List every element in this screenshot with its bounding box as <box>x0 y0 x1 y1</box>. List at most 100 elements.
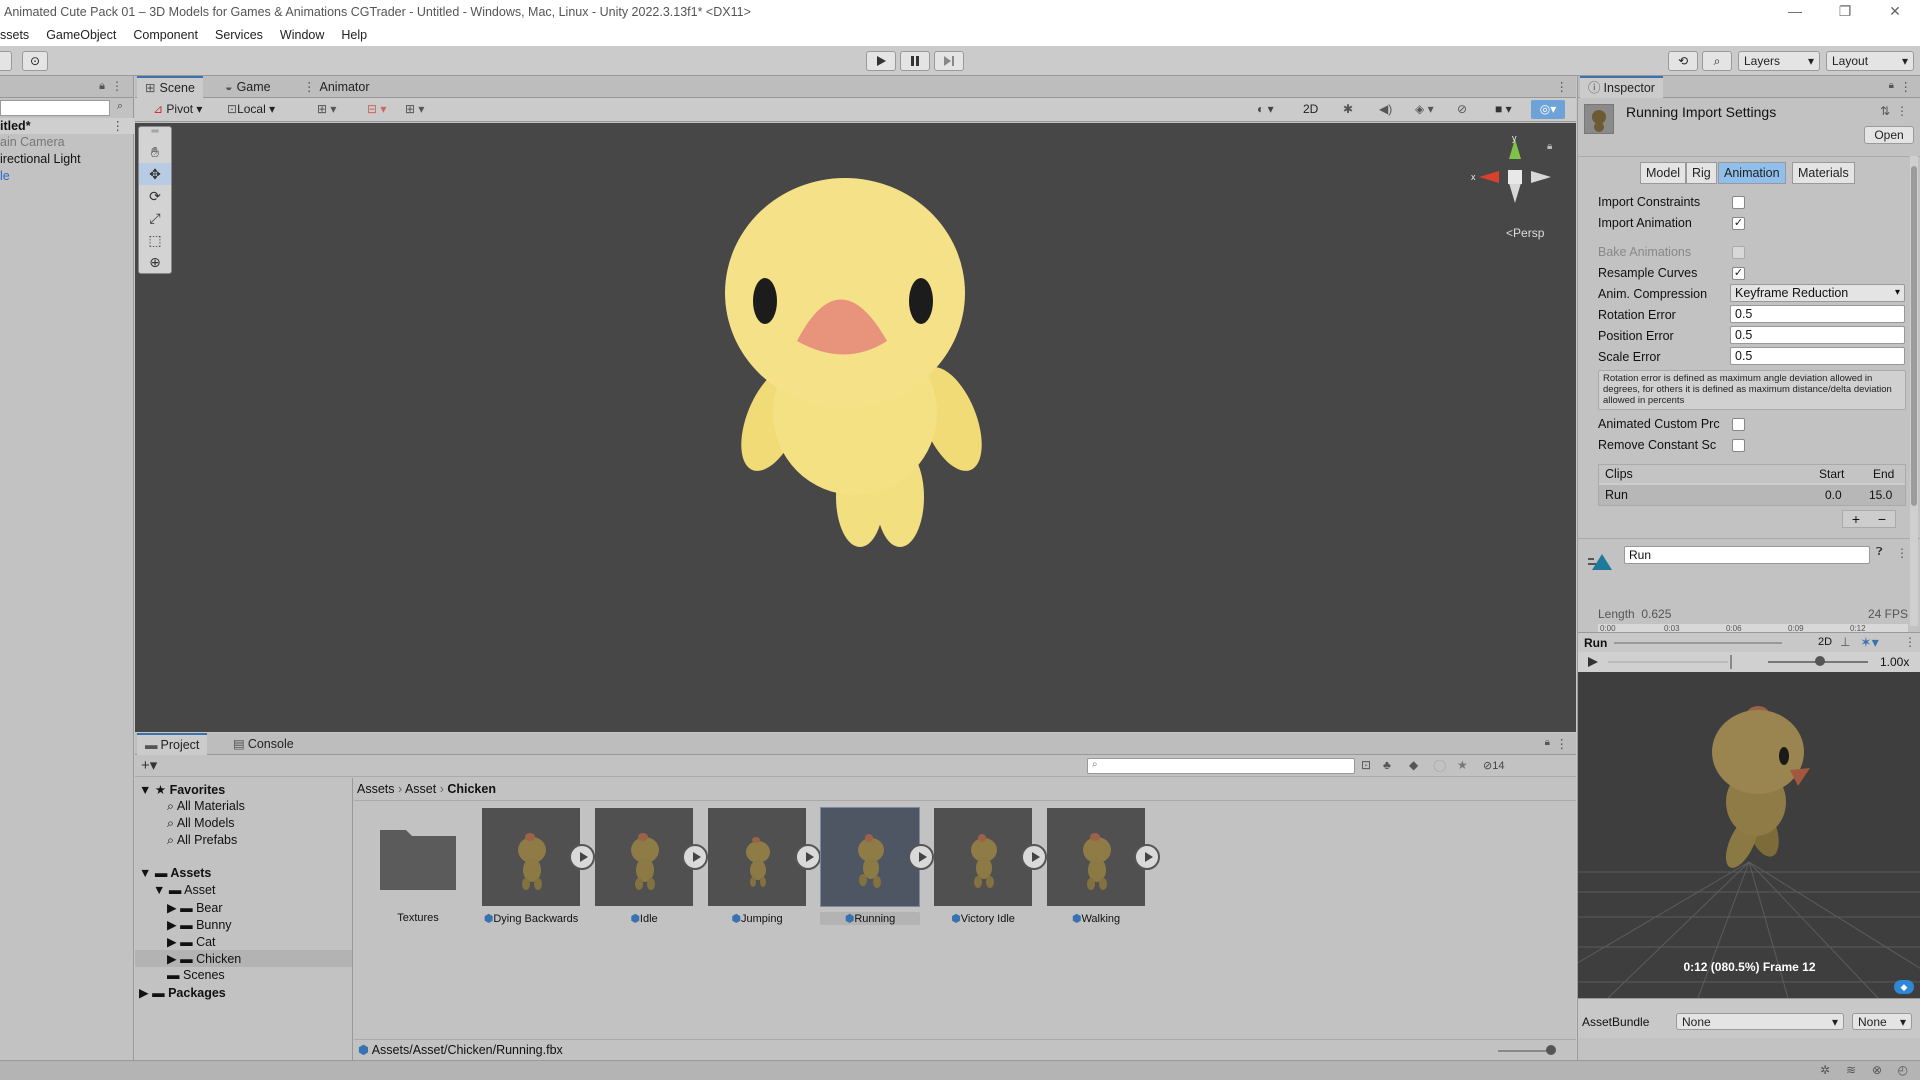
lighting-icon[interactable]: ✱ <box>1343 100 1353 119</box>
menu-component[interactable]: Component <box>133 28 198 42</box>
add-clip-button[interactable]: + <box>1852 511 1860 527</box>
play-button[interactable] <box>866 51 896 71</box>
favorite-star-icon[interactable]: ★ <box>1457 758 1468 772</box>
open-button[interactable]: Open <box>1864 126 1914 144</box>
search-options-icon[interactable]: ⌕ <box>112 100 128 116</box>
audio-icon[interactable]: ◀) <box>1379 100 1392 119</box>
breadcrumb-assets[interactable]: Assets <box>357 782 395 796</box>
subtab-rig[interactable]: Rig <box>1686 162 1717 184</box>
hierarchy-item-model[interactable]: le <box>0 169 10 183</box>
rect-tool-icon[interactable]: ⬚ <box>139 229 171 251</box>
close-button[interactable]: ✕ <box>1872 0 1918 24</box>
tag-icon[interactable]: ◆ <box>1894 980 1914 994</box>
remove-constant-checkbox[interactable] <box>1732 439 1745 452</box>
pivot-toggle[interactable]: ⊿ Pivot ▾ <box>153 100 202 119</box>
rotation-error-field[interactable]: 0.5 <box>1730 305 1905 323</box>
favorites-header[interactable]: ▼ ★ Favorites <box>139 782 225 797</box>
asset-bundle-dropdown[interactable]: None ▾ <box>1676 1013 1844 1030</box>
asset-victory-idle[interactable]: ⬢Victory Idle <box>933 808 1047 925</box>
rotate-tool-icon[interactable]: ⟳ <box>139 185 171 207</box>
layers-dropdown[interactable]: Layers ▾ <box>1738 51 1820 71</box>
clip-row[interactable]: Run 0.0 15.0 <box>1599 485 1905 505</box>
play-preview-button[interactable] <box>795 844 821 870</box>
project-search-input[interactable]: ⌕ <box>1087 758 1355 774</box>
mode-2d-toggle[interactable]: 2D <box>1303 100 1318 119</box>
play-icon[interactable] <box>1588 657 1598 667</box>
asset-dying-backwards[interactable]: ⬢Dying Backwards <box>481 808 595 925</box>
timeline-ruler[interactable]: 0:00 0:03 0:06 0:09 0:12 <box>1598 624 1908 632</box>
grid-snap-icon[interactable]: ⊞ ▾ <box>317 100 336 119</box>
scene-viewport[interactable]: ═ ✋︎ ✥ ⟳ ⤢ ⬚ ⊕ x y <Persp 🔒︎ <box>135 123 1576 732</box>
tab-scene[interactable]: ⊞ Scene <box>137 76 203 98</box>
network-icon[interactable]: ⊗ <box>1872 1063 1882 1077</box>
transform-tool-icon[interactable]: ⊕ <box>139 251 171 273</box>
more-icon[interactable]: ⋮ <box>1896 546 1908 560</box>
more-icon[interactable]: ⋮ <box>112 118 125 134</box>
progress-icon[interactable]: ◴ <box>1898 1063 1908 1077</box>
hierarchy-search-input[interactable] <box>0 100 110 116</box>
more-icon[interactable]: ⋮ <box>1556 736 1569 751</box>
resample-curves-checkbox[interactable]: ✓ <box>1732 267 1745 280</box>
create-plus-button[interactable]: +▾ <box>141 756 157 774</box>
bake-animations-checkbox[interactable] <box>1732 246 1745 259</box>
history-icon[interactable]: ⟲ <box>1668 51 1698 71</box>
tab-console[interactable]: ▤ Console <box>225 733 302 755</box>
tab-project[interactable]: ▬ Project <box>137 733 208 755</box>
search-options-icon[interactable]: ⊡ <box>1361 758 1371 772</box>
hierarchy-item-camera[interactable]: ain Camera <box>0 135 65 149</box>
speed-slider-handle[interactable] <box>1815 656 1825 666</box>
position-error-field[interactable]: 0.5 <box>1730 326 1905 344</box>
effects-icon[interactable]: ◈ ▾ <box>1415 100 1434 119</box>
more-icon[interactable]: ⋮ <box>1556 79 1569 94</box>
play-preview-button[interactable] <box>1021 844 1047 870</box>
tab-game[interactable]: ◒ Game <box>217 76 279 98</box>
move-tool-icon[interactable]: ✥ <box>139 163 171 185</box>
hierarchy-item-light[interactable]: irectional Light <box>0 152 81 166</box>
bug-icon[interactable]: ✲ <box>1820 1063 1830 1077</box>
more-icon[interactable]: ⋮ <box>1896 104 1908 118</box>
asset-idle[interactable]: ⬢Idle <box>594 808 708 925</box>
filter-type-icon[interactable]: ♣ <box>1383 758 1391 772</box>
asset-walking[interactable]: ⬢Walking <box>1046 808 1160 925</box>
menu-assets[interactable]: ssets <box>0 28 29 42</box>
step-button[interactable] <box>934 51 964 71</box>
import-animation-checkbox[interactable]: ✓ <box>1732 217 1745 230</box>
tree-assets[interactable]: ▼ ▬ Assets <box>139 866 211 880</box>
animation-preview[interactable]: 0:12 (080.5%) Frame 12 ◆ <box>1578 672 1920 998</box>
account-button[interactable] <box>0 51 12 71</box>
scale-error-field[interactable]: 0.5 <box>1730 347 1905 365</box>
local-toggle[interactable]: ⊡Local ▾ <box>227 100 275 119</box>
pause-button[interactable] <box>900 51 930 71</box>
tree-scenes[interactable]: ▬ Scenes <box>167 968 225 982</box>
gizmo-x-axis[interactable] <box>1479 171 1499 183</box>
asset-jumping[interactable]: ⬢Jumping <box>707 808 821 925</box>
preview-scrubber[interactable] <box>1614 642 1782 644</box>
more-icon[interactable]: ⋮ <box>1904 635 1916 649</box>
ruler-icon[interactable]: ⊞ ▾ <box>405 100 424 119</box>
animated-custom-checkbox[interactable] <box>1732 418 1745 431</box>
grip-icon[interactable]: ═ <box>139 127 171 141</box>
remove-clip-button[interactable]: − <box>1878 511 1886 527</box>
anim-compression-dropdown[interactable]: Keyframe Reduction ▾ <box>1730 284 1905 302</box>
scene-root[interactable]: itled* ⋮ <box>0 118 134 134</box>
zoom-slider[interactable] <box>1498 1050 1550 1052</box>
menu-window[interactable]: Window <box>280 28 324 42</box>
camera-icon[interactable]: ■ ▾ <box>1495 100 1512 119</box>
help-icon[interactable]: ❓︎ <box>1876 546 1883 559</box>
preview-2d-toggle[interactable]: 2D <box>1818 636 1832 648</box>
asset-textures[interactable]: Textures <box>368 808 468 924</box>
preview-time-bar[interactable] <box>1608 661 1728 663</box>
favorite-all-models[interactable]: ⌕ All Models <box>167 816 234 831</box>
scale-tool-icon[interactable]: ⤢ <box>139 207 171 229</box>
tab-inspector[interactable]: ⓘ Inspector <box>1580 76 1663 98</box>
play-preview-button[interactable] <box>569 844 595 870</box>
visibility-count[interactable]: ⊘14 <box>1483 759 1504 772</box>
gizmo-neg-y[interactable] <box>1509 183 1521 203</box>
tree-asset[interactable]: ▼ ▬ Asset <box>153 883 215 897</box>
breadcrumb-asset[interactable]: Asset <box>405 782 436 796</box>
scrollbar-thumb[interactable] <box>1911 166 1917 506</box>
favorite-all-materials[interactable]: ⌕ All Materials <box>167 799 245 814</box>
asset-running[interactable]: ⬢Running <box>820 807 934 925</box>
maximize-button[interactable]: ❐ <box>1822 0 1868 24</box>
clip-name-field[interactable]: Run <box>1624 546 1870 564</box>
